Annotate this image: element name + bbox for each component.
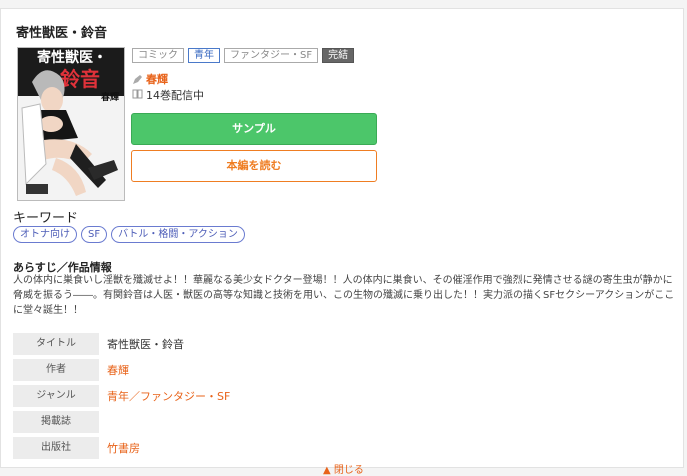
badge-comic[interactable]: コミック [132,48,184,63]
keywords-heading: キーワード [13,211,79,226]
cover-author: 春輝 [100,91,119,103]
info-label: タイトル [13,333,99,355]
sample-button[interactable]: サンプル [131,113,377,145]
author-link[interactable]: 春輝 [146,71,168,87]
info-label: 掲載誌 [13,411,99,433]
volume-count: 14巻配信中 [146,89,204,102]
author-row: 春輝 [132,71,168,87]
info-value-publisher-link[interactable]: 竹書房 [107,440,140,456]
collapse-link[interactable]: ▲ 閉じる [323,461,364,476]
info-row-author: 作者 春輝 [13,357,673,383]
cover-title-line1: 寄性獣医・ [37,49,107,66]
cover-title-line2: 鈴音 [60,67,100,91]
info-value-genre-link[interactable]: 青年／ファンタジー・SF [107,388,230,404]
info-value-title: 寄性獣医・鈴音 [107,338,184,351]
volume-row: 14巻配信中 [132,87,204,103]
info-row-publisher: 出版社 竹書房 [13,435,673,461]
cover-image[interactable]: 寄性獣医・ 鈴音 春輝 [17,47,125,201]
info-row-genre: ジャンル 青年／ファンタジー・SF [13,383,673,409]
badge-seinen[interactable]: 青年 [188,48,220,63]
info-label: 作者 [13,359,99,381]
product-card: 寄性獣医・鈴音 寄性獣医・ 鈴音 春輝 コミック 青年 ファンタジー・SF 完結 [0,8,684,476]
info-label: 出版社 [13,437,99,459]
info-table: タイトル 寄性獣医・鈴音 作者 春輝 ジャンル 青年／ファンタジー・SF 掲載誌… [13,331,673,461]
info-label: ジャンル [13,385,99,407]
pen-icon [132,74,143,85]
synopsis-text: 人の体内に巣食いし淫獣を殲滅せよ！！華麗なる美少女ドクター登場！！人の体内に巣食… [13,275,675,316]
read-button[interactable]: 本編を読む [131,150,377,182]
info-row-magazine: 掲載誌 [13,409,673,435]
keyword-tag[interactable]: バトル・格闘・アクション [111,226,245,243]
keyword-tag[interactable]: SF [81,226,108,243]
keyword-tag[interactable]: オトナ向け [13,226,77,243]
badge-completed: 完結 [322,48,355,63]
book-icon [132,88,143,102]
info-value-author-link[interactable]: 春輝 [107,362,129,378]
info-row-title: タイトル 寄性獣医・鈴音 [13,331,673,357]
genre-badges: コミック 青年 ファンタジー・SF 完結 [132,48,355,63]
keyword-tags: オトナ向け SF バトル・格闘・アクション [13,226,245,243]
badge-fantasy-sf[interactable]: ファンタジー・SF [224,48,319,63]
page-title: 寄性獣医・鈴音 [16,26,108,41]
